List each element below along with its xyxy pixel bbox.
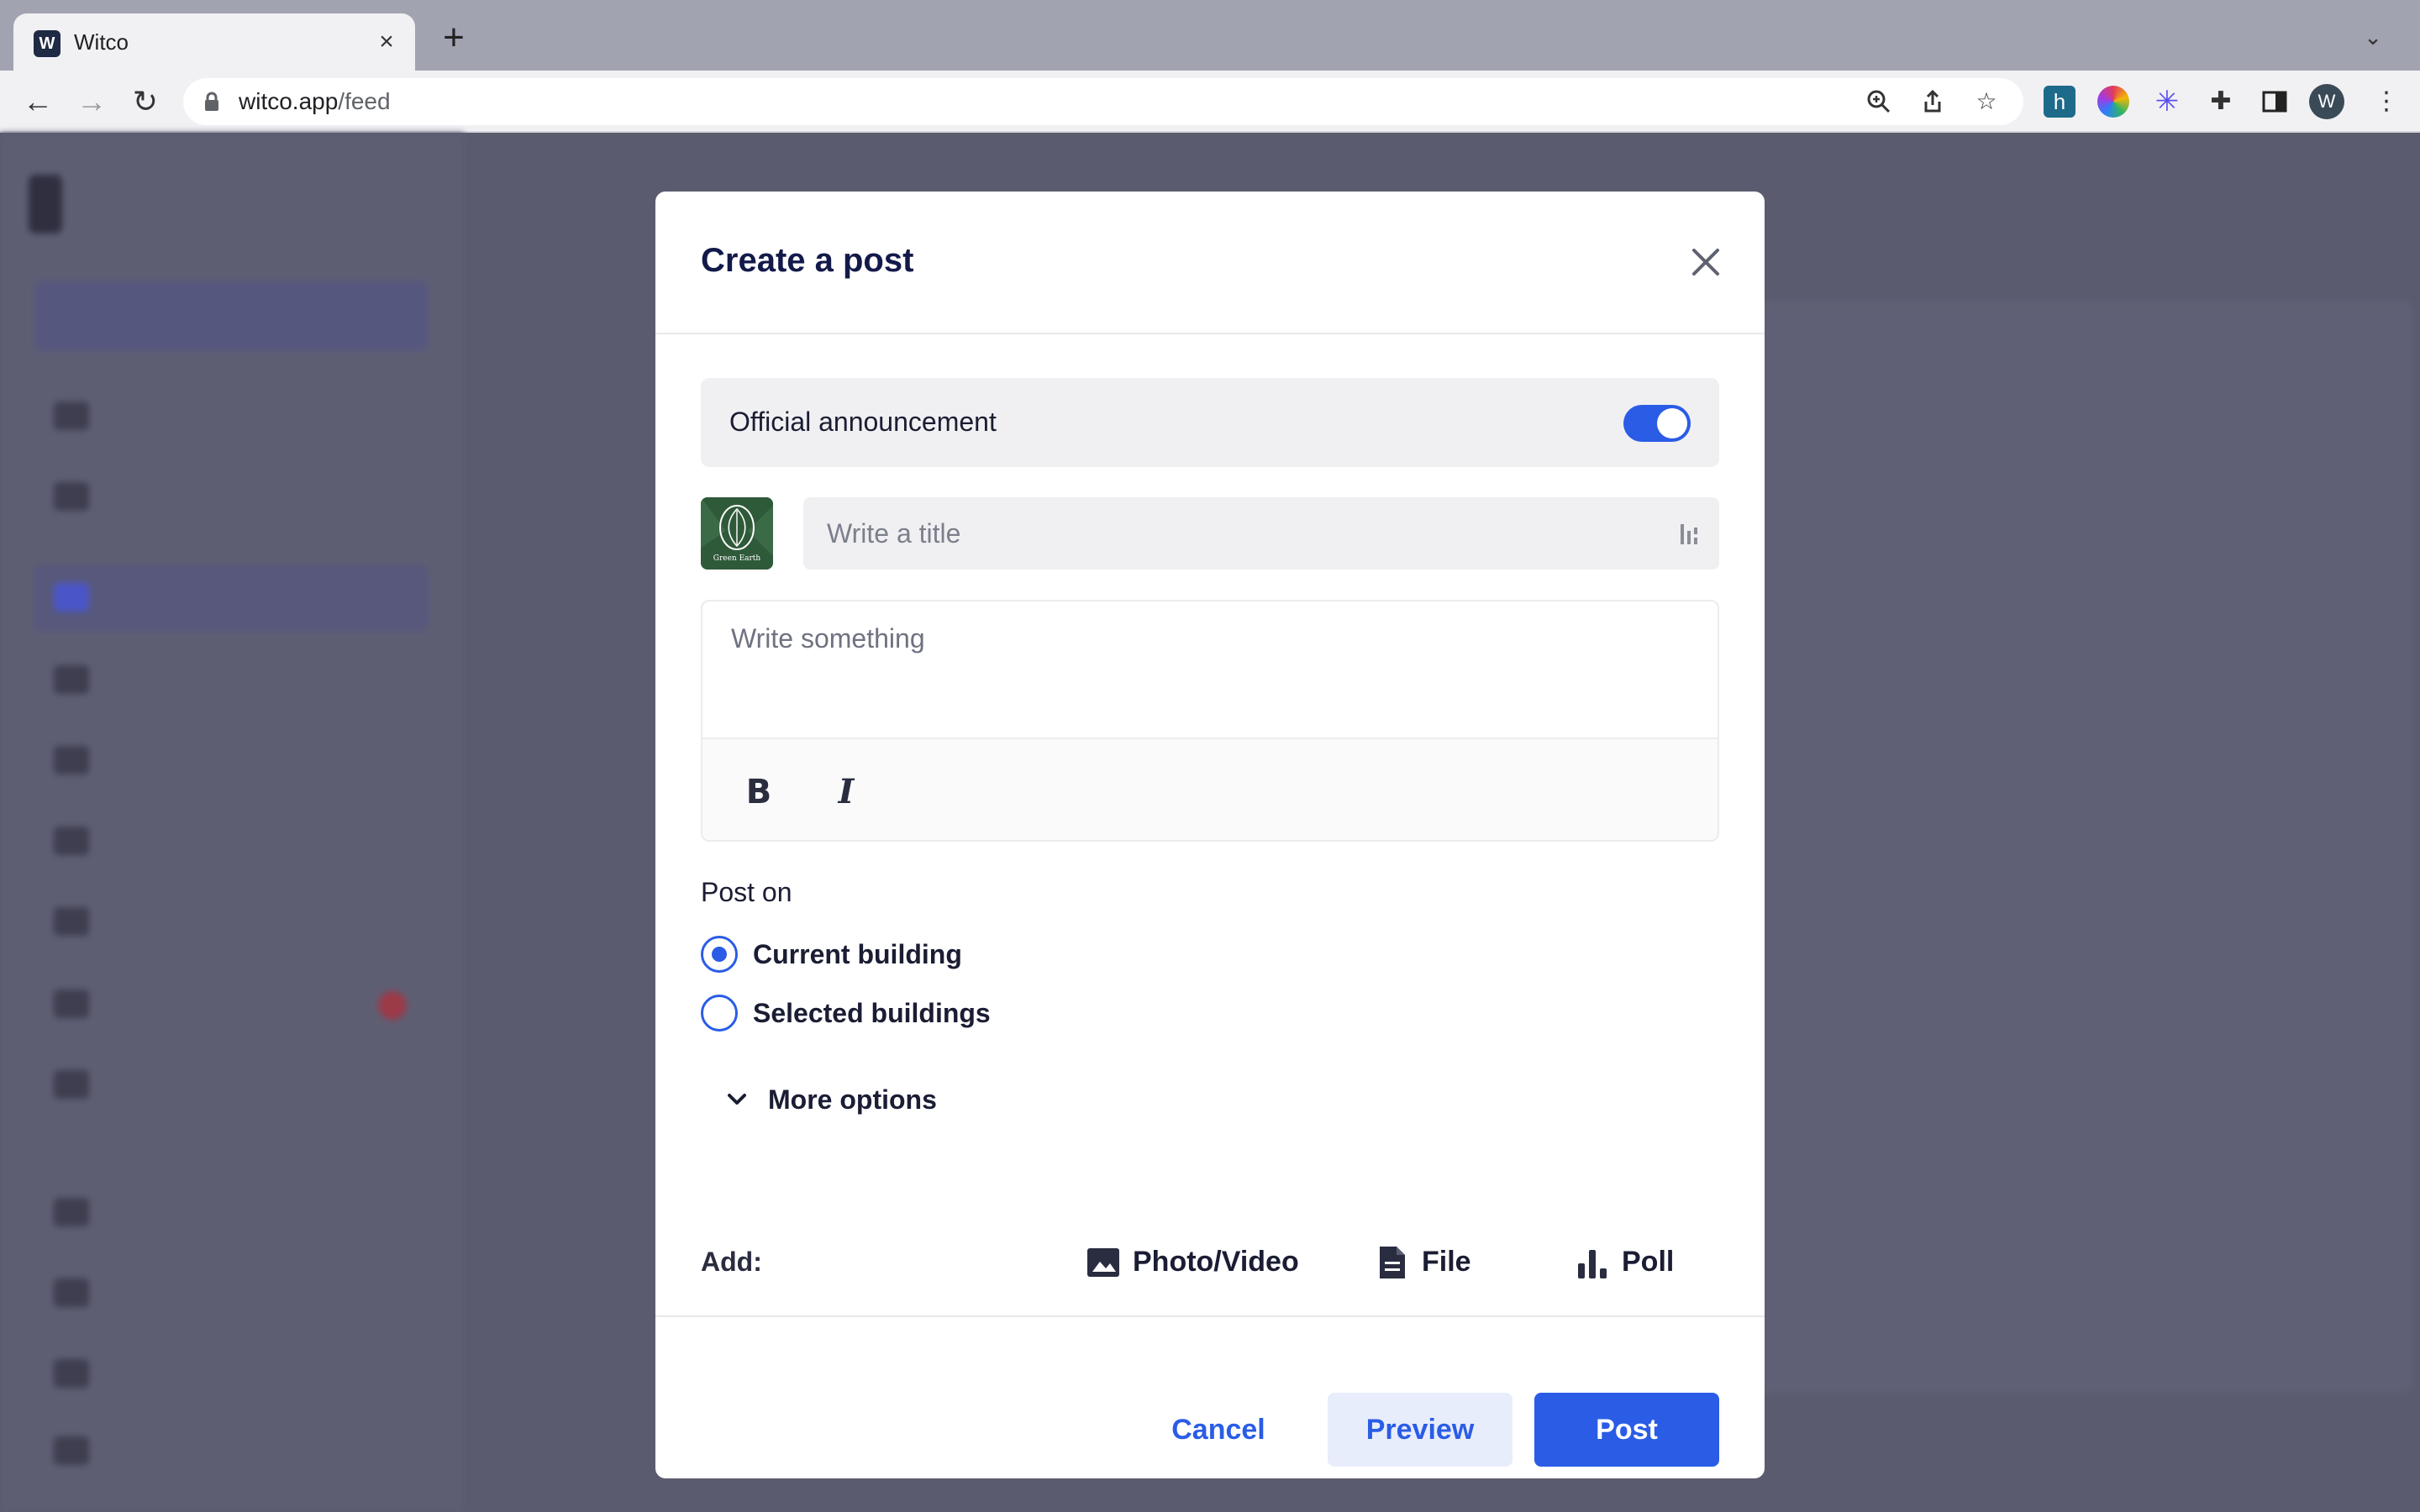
back-icon[interactable]: ← [17, 81, 59, 123]
app-logo [29, 175, 62, 234]
extension-color-icon[interactable] [2097, 86, 2129, 118]
sidebar-item [54, 1272, 424, 1314]
add-photo-video-label: Photo/Video [1133, 1246, 1299, 1278]
side-panel-icon[interactable] [2259, 86, 2291, 118]
modal-footer: Cancel Preview Post [655, 1315, 1765, 1478]
radio-current-building[interactable]: Current building [701, 931, 1289, 978]
extension-snowflake-icon[interactable]: ✳ [2151, 86, 2183, 118]
forward-icon[interactable]: → [71, 81, 113, 123]
tab-close-icon[interactable]: × [370, 25, 403, 59]
add-file-button[interactable]: File [1375, 1236, 1492, 1287]
browser-tab-bar: W Witco × + ⌄ [0, 0, 2420, 71]
profile-avatar[interactable]: W [2309, 84, 2344, 119]
image-icon [1087, 1248, 1119, 1277]
cancel-button[interactable]: Cancel [1134, 1393, 1302, 1467]
sidebar-item [54, 739, 424, 781]
post-on-label: Post on [701, 877, 792, 907]
reload-icon[interactable]: ↻ [124, 81, 166, 123]
preview-button[interactable]: Preview [1328, 1393, 1512, 1467]
modal-header: Create a post [655, 192, 1765, 334]
create-post-modal: Create a post Official announcement Gree… [655, 192, 1765, 1478]
more-options-label: More options [768, 1084, 937, 1115]
add-file-label: File [1422, 1246, 1471, 1278]
address-bar[interactable]: witco.app/feed ☆ [183, 78, 2023, 125]
add-poll-button[interactable]: Poll [1575, 1236, 1692, 1287]
sidebar-item [54, 659, 424, 701]
modal-title: Create a post [701, 242, 914, 279]
sidebar-item [54, 1352, 424, 1394]
file-icon [1380, 1247, 1405, 1278]
feed-card [1741, 301, 2413, 1393]
kebab-menu-icon[interactable]: ⋮ [2370, 84, 2403, 119]
sidebar-item [54, 1191, 424, 1233]
more-options-toggle[interactable]: More options [723, 1079, 992, 1121]
workspace-selector [34, 281, 429, 351]
post-button[interactable]: Post [1534, 1393, 1719, 1467]
sidebar-item [54, 395, 424, 437]
sidebar [0, 133, 464, 1512]
sidebar-item [54, 475, 424, 517]
bold-button[interactable]: B [736, 769, 781, 815]
official-announcement-toggle[interactable] [1623, 405, 1691, 442]
post-title-input[interactable] [827, 497, 1650, 570]
close-icon[interactable] [1679, 235, 1733, 289]
radio-selected-buildings[interactable]: Selected buildings [701, 990, 1289, 1037]
radio-button-unchecked[interactable] [701, 995, 738, 1032]
extension-h-icon[interactable]: h [2044, 86, 2075, 118]
title-settings-icon[interactable] [1677, 521, 1704, 548]
organization-logo-text: Green Earth [713, 554, 761, 563]
organization-logo: Green Earth [701, 497, 773, 570]
official-announcement-label: Official announcement [729, 407, 997, 437]
formatting-toolbar: B I [702, 738, 1718, 840]
radio-button-checked[interactable] [701, 936, 738, 973]
sidebar-item [54, 820, 424, 862]
zoom-icon[interactable] [1865, 88, 1892, 115]
share-icon[interactable] [1919, 88, 1946, 115]
post-body-input[interactable] [731, 622, 1689, 722]
browser-toolbar: ← → ↻ witco.app/feed ☆ h ✳ ✚ W ⋮ [0, 71, 2420, 133]
url-text: witco.app/feed [239, 88, 391, 114]
radio-label: Current building [753, 939, 962, 969]
sidebar-item [54, 983, 424, 1025]
new-tab-plus-icon[interactable]: + [434, 18, 474, 59]
radio-label: Selected buildings [753, 998, 991, 1028]
extensions-puzzle-icon[interactable]: ✚ [2205, 86, 2237, 118]
add-poll-label: Poll [1622, 1246, 1675, 1278]
sidebar-item [54, 900, 424, 942]
tab-search-chevron-icon[interactable]: ⌄ [2356, 20, 2390, 54]
sidebar-user [54, 1430, 424, 1472]
chevron-down-icon [728, 1094, 746, 1105]
lock-icon [205, 92, 218, 111]
post-title-field [803, 497, 1719, 570]
post-body-editor: B I [701, 600, 1719, 842]
witco-favicon-icon: W [34, 30, 60, 57]
notification-badge [378, 991, 407, 1020]
sidebar-item [54, 1063, 424, 1105]
add-photo-video-button[interactable]: Photo/Video [1086, 1236, 1321, 1287]
sidebar-item-active [34, 564, 429, 632]
add-attachments-label: Add: [701, 1247, 762, 1277]
official-announcement-row: Official announcement [701, 378, 1719, 467]
toggle-knob [1657, 408, 1687, 438]
italic-button[interactable]: I [823, 769, 869, 815]
poll-bar-chart-icon [1578, 1250, 1607, 1278]
tab-title: Witco [74, 29, 129, 55]
browser-tab[interactable]: W Witco × [13, 13, 415, 71]
bookmark-star-icon[interactable]: ☆ [1973, 88, 2000, 115]
